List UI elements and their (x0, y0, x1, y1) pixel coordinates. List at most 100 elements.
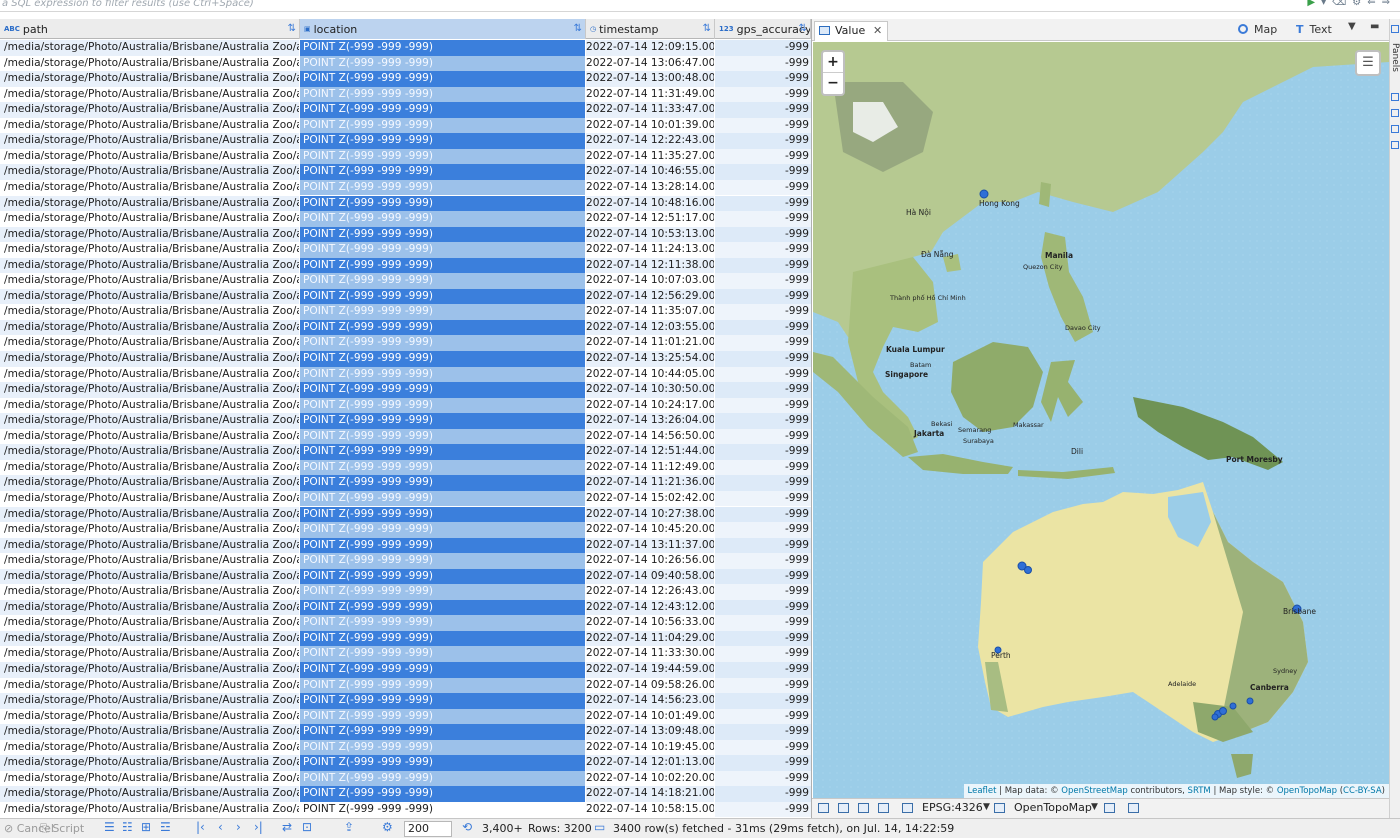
cell-gps-accuracy[interactable]: -999 (715, 351, 811, 367)
cell-gps-accuracy[interactable]: -999 (715, 117, 811, 134)
cell-gps-accuracy[interactable]: -999 (715, 646, 811, 662)
toggle-record-icon[interactable]: ⊞ (141, 820, 151, 834)
table-row[interactable]: /media/storage/Photo/Australia/Brisbane/… (0, 366, 811, 383)
table-row[interactable]: /media/storage/Photo/Australia/Brisbane/… (0, 133, 811, 149)
cell-timestamp[interactable]: 2022-07-14 12:51:44.000 (586, 444, 714, 460)
table-row[interactable]: /media/storage/Photo/Australia/Brisbane/… (0, 179, 811, 196)
minimize-icon[interactable]: ▬ (1370, 21, 1379, 32)
cell-location[interactable]: POINT Z(-999 -999 -999) (300, 351, 585, 367)
cell-timestamp[interactable]: 2022-07-14 11:04:29.000 (586, 630, 714, 647)
cell-timestamp[interactable]: 2022-07-14 11:35:07.000 (586, 304, 714, 320)
cell-path[interactable]: /media/storage/Photo/Australia/Brisbane/… (0, 599, 299, 616)
previous-page-icon[interactable]: ‹ (218, 820, 223, 834)
cell-location[interactable]: POINT Z(-999 -999 -999) (300, 801, 585, 818)
cell-path[interactable]: /media/storage/Photo/Australia/Brisbane/… (0, 242, 299, 258)
cell-path[interactable]: /media/storage/Photo/Australia/Brisbane/… (0, 770, 299, 787)
cell-gps-accuracy[interactable]: -999 (715, 226, 811, 243)
table-row[interactable]: /media/storage/Photo/Australia/Brisbane/… (0, 599, 811, 616)
cell-timestamp[interactable]: 2022-07-14 11:35:27.000 (586, 148, 714, 165)
sort-filter-icon[interactable]: ⇅ (574, 19, 582, 39)
cell-path[interactable]: /media/storage/Photo/Australia/Brisbane/… (0, 755, 299, 771)
panel-menu-icon[interactable]: ▼ (1348, 21, 1356, 32)
cell-path[interactable]: /media/storage/Photo/Australia/Brisbane/… (0, 786, 299, 802)
cell-timestamp[interactable]: 2022-07-14 10:01:39.000 (586, 117, 714, 134)
cell-gps-accuracy[interactable]: -999 (715, 148, 811, 165)
cell-path[interactable]: /media/storage/Photo/Australia/Brisbane/… (0, 102, 299, 118)
cell-gps-accuracy[interactable]: -999 (715, 102, 811, 118)
map-marker[interactable] (979, 189, 989, 199)
cell-path[interactable]: /media/storage/Photo/Australia/Brisbane/… (0, 615, 299, 631)
cell-location[interactable]: POINT Z(-999 -999 -999) (300, 724, 585, 740)
cell-timestamp[interactable]: 2022-07-14 11:12:49.000 (586, 459, 714, 476)
cell-location[interactable]: POINT Z(-999 -999 -999) (300, 304, 585, 320)
cell-gps-accuracy[interactable]: -999 (715, 40, 811, 56)
cell-gps-accuracy[interactable]: -999 (715, 319, 811, 336)
cell-location[interactable]: POINT Z(-999 -999 -999) (300, 86, 585, 103)
toggle-grid-icon[interactable]: ☰ (104, 820, 115, 834)
table-row[interactable]: /media/storage/Photo/Australia/Brisbane/… (0, 257, 811, 274)
cell-path[interactable]: /media/storage/Photo/Australia/Brisbane/… (0, 506, 299, 523)
cell-path[interactable]: /media/storage/Photo/Australia/Brisbane/… (0, 335, 299, 351)
table-row[interactable]: /media/storage/Photo/Australia/Brisbane/… (0, 459, 811, 476)
table-row[interactable]: /media/storage/Photo/Australia/Brisbane/… (0, 226, 811, 243)
basemap-select[interactable]: OpenTopoMap (1014, 801, 1092, 814)
cell-timestamp[interactable]: 2022-07-14 10:07:03.000 (586, 273, 714, 289)
cell-timestamp[interactable]: 2022-07-14 11:21:36.000 (586, 475, 714, 491)
cell-timestamp[interactable]: 2022-07-14 10:30:50.000 (586, 382, 714, 398)
osm-link[interactable]: OpenStreetMap (1061, 786, 1127, 796)
cell-gps-accuracy[interactable]: -999 (715, 522, 811, 538)
result-grid[interactable]: ABC path ⇅ ▣ location ⇅ ◷ timestamp ⇅ 123 gp… (0, 19, 811, 818)
cell-gps-accuracy[interactable]: -999 (715, 739, 811, 756)
cell-gps-accuracy[interactable]: -999 (715, 288, 811, 305)
cell-path[interactable]: /media/storage/Photo/Australia/Brisbane/… (0, 164, 299, 180)
cell-timestamp[interactable]: 2022-07-14 15:02:42.000 (586, 490, 714, 507)
cell-path[interactable]: /media/storage/Photo/Australia/Brisbane/… (0, 568, 299, 585)
cell-timestamp[interactable]: 2022-07-14 12:43:12.000 (586, 599, 714, 616)
cell-timestamp[interactable]: 2022-07-14 13:25:54.000 (586, 351, 714, 367)
cell-location[interactable]: POINT Z(-999 -999 -999) (300, 195, 585, 212)
cell-location[interactable]: POINT Z(-999 -999 -999) (300, 71, 585, 87)
cell-timestamp[interactable]: 2022-07-14 14:56:23.000 (586, 693, 714, 709)
cell-gps-accuracy[interactable]: -999 (715, 366, 811, 383)
table-row[interactable]: /media/storage/Photo/Australia/Brisbane/… (0, 801, 811, 818)
cell-timestamp[interactable]: 2022-07-14 10:53:13.000 (586, 226, 714, 243)
cell-location[interactable]: POINT Z(-999 -999 -999) (300, 55, 585, 72)
table-row[interactable]: /media/storage/Photo/Australia/Brisbane/… (0, 677, 811, 694)
cell-timestamp[interactable]: 2022-07-14 13:00:48.000 (586, 71, 714, 87)
cell-path[interactable]: /media/storage/Photo/Australia/Brisbane/… (0, 724, 299, 740)
table-row[interactable]: /media/storage/Photo/Australia/Brisbane/… (0, 630, 811, 647)
cell-location[interactable]: POINT Z(-999 -999 -999) (300, 102, 585, 118)
table-row[interactable]: /media/storage/Photo/Australia/Brisbane/… (0, 786, 811, 802)
table-row[interactable]: /media/storage/Photo/Australia/Brisbane/… (0, 693, 811, 709)
cell-timestamp[interactable]: 2022-07-14 13:09:48.000 (586, 724, 714, 740)
map-canvas[interactable]: Hà Nội Hong Kong Đà Nẵng Manila Quezon C… (813, 42, 1389, 798)
table-row[interactable]: /media/storage/Photo/Australia/Brisbane/… (0, 351, 811, 367)
cell-timestamp[interactable]: 2022-07-14 10:48:16.000 (586, 195, 714, 212)
layers-button[interactable]: ☰ (1355, 50, 1381, 76)
table-row[interactable]: /media/storage/Photo/Australia/Brisbane/… (0, 506, 811, 523)
table-row[interactable]: /media/storage/Photo/Australia/Brisbane/… (0, 55, 811, 72)
first-page-icon[interactable]: |‹ (196, 820, 205, 834)
forward-icon[interactable]: ⇒ (1382, 0, 1396, 8)
cell-path[interactable]: /media/storage/Photo/Australia/Brisbane/… (0, 133, 299, 149)
cell-location[interactable]: POINT Z(-999 -999 -999) (300, 677, 585, 694)
cell-timestamp[interactable]: 2022-07-14 13:11:37.000 (586, 537, 714, 554)
cell-path[interactable]: /media/storage/Photo/Australia/Brisbane/… (0, 397, 299, 414)
table-row[interactable]: /media/storage/Photo/Australia/Brisbane/… (0, 708, 811, 725)
cell-gps-accuracy[interactable]: -999 (715, 273, 811, 289)
image-icon[interactable] (838, 803, 849, 813)
cell-path[interactable]: /media/storage/Photo/Australia/Brisbane/… (0, 801, 299, 818)
cell-gps-accuracy[interactable]: -999 (715, 195, 811, 212)
table-row[interactable]: /media/storage/Photo/Australia/Brisbane/… (0, 490, 811, 507)
cell-timestamp[interactable]: 2022-07-14 09:58:26.000 (586, 677, 714, 694)
cell-gps-accuracy[interactable]: -999 (715, 475, 811, 491)
table-row[interactable]: /media/storage/Photo/Australia/Brisbane/… (0, 662, 811, 678)
cell-path[interactable]: /media/storage/Photo/Australia/Brisbane/… (0, 677, 299, 694)
srtm-link[interactable]: SRTM (1188, 786, 1211, 796)
zoom-out-button[interactable]: − (823, 73, 843, 94)
cell-path[interactable]: /media/storage/Photo/Australia/Brisbane/… (0, 288, 299, 305)
export-icon[interactable]: ⇪ (344, 820, 354, 834)
cell-location[interactable]: POINT Z(-999 -999 -999) (300, 537, 585, 554)
cell-gps-accuracy[interactable]: -999 (715, 164, 811, 180)
cell-path[interactable]: /media/storage/Photo/Australia/Brisbane/… (0, 382, 299, 398)
